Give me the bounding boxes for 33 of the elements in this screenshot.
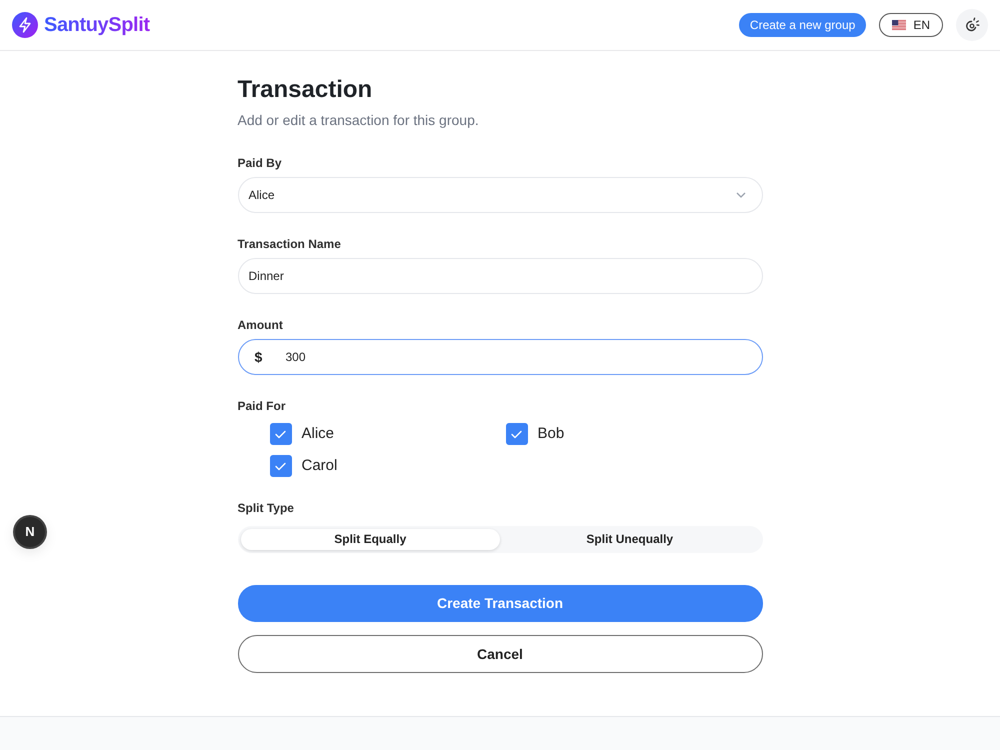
create-group-button[interactable]: Create a new group <box>738 13 866 37</box>
field-label: Paid By <box>238 155 282 171</box>
lightning-icon <box>12 12 38 38</box>
check-icon <box>511 430 522 438</box>
sun-icon <box>964 17 980 33</box>
amount-field[interactable]: $ 300 <box>238 339 762 375</box>
split-type-tab[interactable]: Split Unequally <box>500 529 760 550</box>
create-transaction-button[interactable]: Create Transaction <box>238 585 762 622</box>
cancel-button[interactable]: Cancel <box>238 635 762 673</box>
check-icon <box>275 462 286 470</box>
dev-tools-button[interactable]: N <box>15 517 45 547</box>
checkbox[interactable] <box>506 423 528 445</box>
field-label: Transaction Name <box>238 236 341 252</box>
theme-toggle-button[interactable] <box>956 9 988 41</box>
member-name: Carol <box>302 456 338 476</box>
field-label: Paid For <box>238 398 286 414</box>
member-name: Bob <box>538 424 564 444</box>
split-type-tab[interactable]: Split Equally <box>240 529 500 550</box>
checkbox[interactable] <box>270 455 292 477</box>
language-button[interactable]: EN <box>879 13 943 37</box>
page-subtitle: Add or edit a transaction for this group. <box>238 111 480 130</box>
amount-input[interactable]: 300 <box>286 348 752 366</box>
chevron-down-icon <box>736 192 746 198</box>
flag-icon <box>892 20 906 30</box>
member-name: Alice <box>302 424 334 444</box>
transaction-name-input[interactable]: Dinner <box>238 258 762 294</box>
paid-by-select[interactable]: Alice <box>238 177 762 213</box>
currency-symbol: $ <box>254 348 264 366</box>
field-label: Split Type <box>238 500 294 516</box>
check-icon <box>275 430 286 438</box>
checkbox[interactable] <box>270 423 292 445</box>
page-title: Transaction <box>238 75 374 105</box>
field-label: Amount <box>238 317 283 333</box>
